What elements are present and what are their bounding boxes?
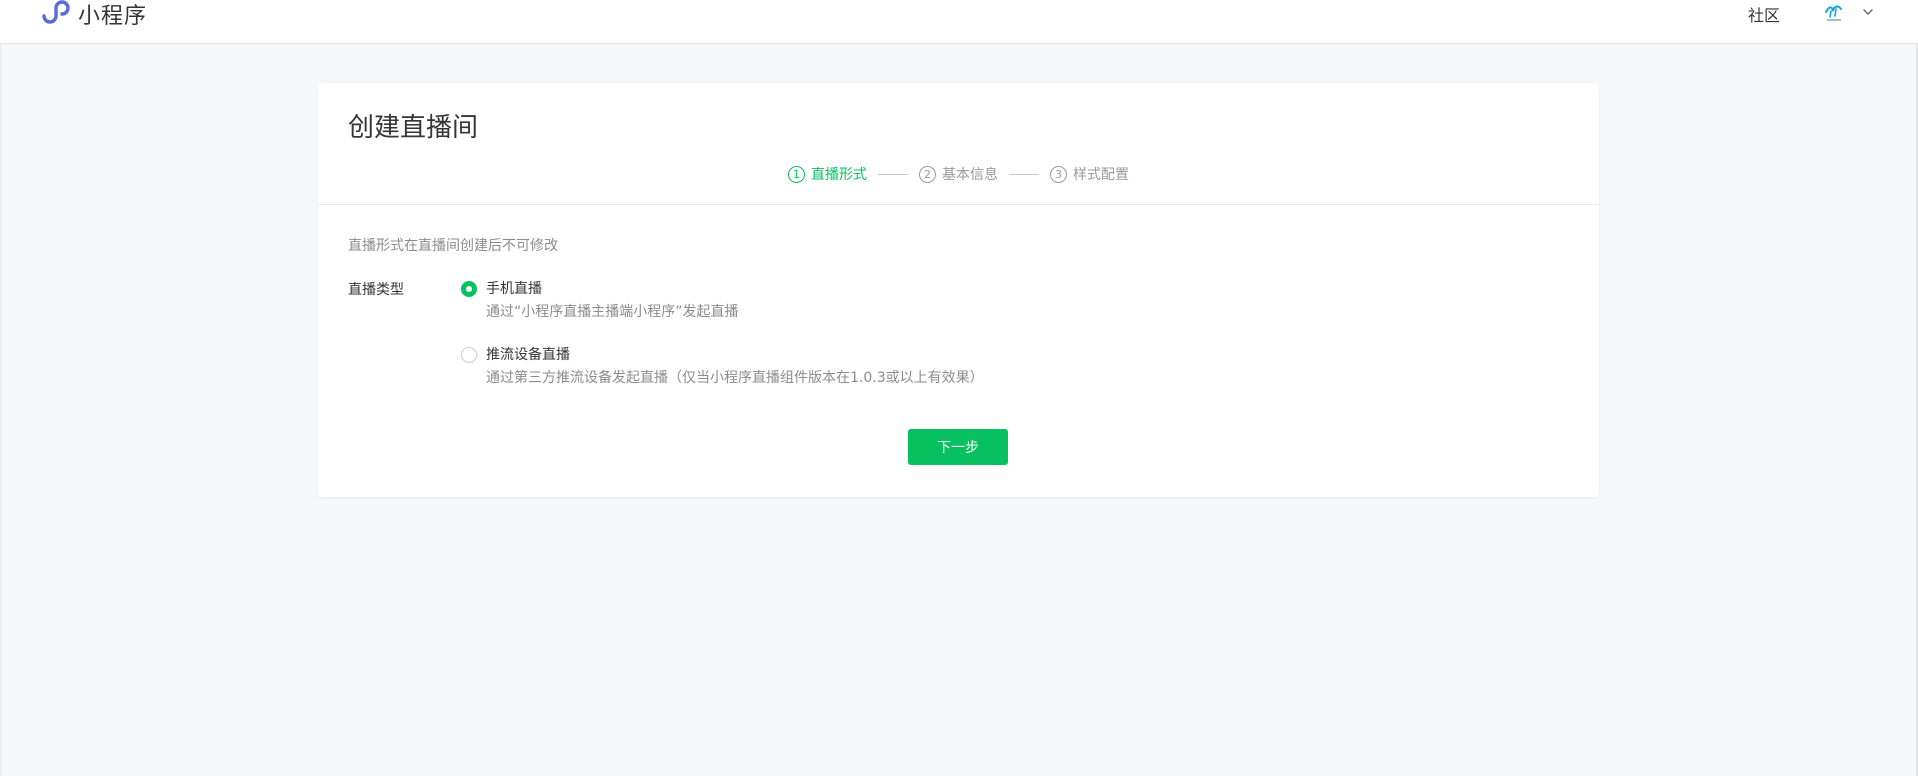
card-header: 创建直播间 1 直播形式 2 基本信息 3 样式配置 — [318, 83, 1599, 205]
step-connector — [878, 173, 908, 175]
left-rail — [0, 44, 2, 776]
chevron-down-icon[interactable] — [1861, 6, 1875, 18]
stepper: 1 直播形式 2 基本信息 3 样式配置 — [788, 163, 1129, 185]
step-number: 1 — [788, 165, 805, 183]
step-basic-info: 2 基本信息 — [919, 164, 998, 184]
step-number: 2 — [919, 165, 936, 183]
page-title: 创建直播间 — [348, 113, 479, 143]
step-style-config: 3 样式配置 — [1050, 164, 1129, 184]
option-description: 通过第三方推流设备发起直播（仅当小程序直播组件版本在1.0.3或以上有效果） — [486, 370, 984, 386]
step-number: 3 — [1050, 165, 1067, 183]
card-body: 直播形式在直播间创建后不可修改 直播类型 手机直播 通过“小程序直播主播端小程序… — [318, 205, 1599, 497]
brand-logo[interactable]: 小程序 — [38, 0, 148, 29]
account-avatar[interactable] — [1822, 2, 1846, 24]
step-label: 直播形式 — [811, 167, 867, 183]
top-bar: 小程序 社区 — [0, 0, 1918, 44]
option-text: 手机直播 通过“小程序直播主播端小程序”发起直播 — [486, 279, 739, 322]
option-title: 推流设备直播 — [486, 347, 570, 363]
step-live-form: 1 直播形式 — [788, 164, 867, 184]
community-link[interactable]: 社区 — [1748, 2, 1780, 26]
create-live-room-card: 创建直播间 1 直播形式 2 基本信息 3 样式配置 直播形式在直播间创建后不可… — [318, 83, 1599, 497]
live-type-label: 直播类型 — [348, 282, 404, 298]
option-stream-device-live[interactable]: 推流设备直播 通过第三方推流设备发起直播（仅当小程序直播组件版本在1.0.3或以… — [461, 345, 984, 388]
brand-name: 小程序 — [78, 4, 148, 29]
form-notice: 直播形式在直播间创建后不可修改 — [348, 238, 558, 254]
step-connector — [1009, 173, 1039, 175]
radio-stream-device-live[interactable] — [461, 347, 477, 363]
next-step-button[interactable]: 下一步 — [908, 429, 1008, 465]
step-label: 样式配置 — [1073, 167, 1129, 183]
option-text: 推流设备直播 通过第三方推流设备发起直播（仅当小程序直播组件版本在1.0.3或以… — [486, 345, 984, 388]
step-label: 基本信息 — [942, 167, 998, 183]
option-description: 通过“小程序直播主播端小程序”发起直播 — [486, 304, 739, 320]
option-title: 手机直播 — [486, 281, 542, 297]
brand-avatar-icon — [1825, 5, 1842, 21]
option-mobile-live[interactable]: 手机直播 通过“小程序直播主播端小程序”发起直播 — [461, 279, 739, 322]
miniprogram-logo-icon — [42, 0, 70, 24]
radio-mobile-live[interactable] — [461, 281, 477, 297]
